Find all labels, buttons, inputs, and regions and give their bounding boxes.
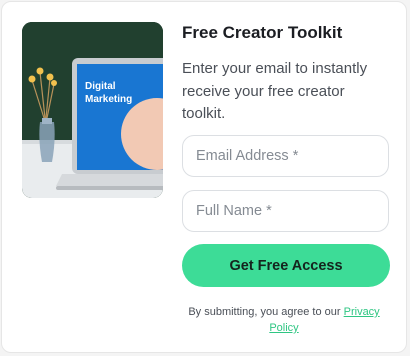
hero-image: Digital Marketing bbox=[22, 22, 163, 198]
get-free-access-button[interactable]: Get Free Access bbox=[182, 244, 390, 287]
submit-disclaimer: By submitting, you agree to our Privacy … bbox=[178, 304, 390, 336]
full-name-field[interactable] bbox=[182, 190, 389, 232]
signup-card: Digital Marketing Free Creator Toolkit E… bbox=[1, 1, 407, 353]
laptop-illustration: Digital Marketing bbox=[22, 22, 163, 198]
form-description: Enter your email to instantly receive yo… bbox=[182, 60, 368, 122]
screen-title-line2: Marketing bbox=[85, 94, 132, 105]
email-field[interactable] bbox=[182, 135, 389, 177]
screen-title-line1: Digital bbox=[85, 81, 116, 92]
disclaimer-text: By submitting, you agree to our bbox=[188, 306, 344, 318]
form-title: Free Creator Toolkit bbox=[182, 23, 343, 42]
